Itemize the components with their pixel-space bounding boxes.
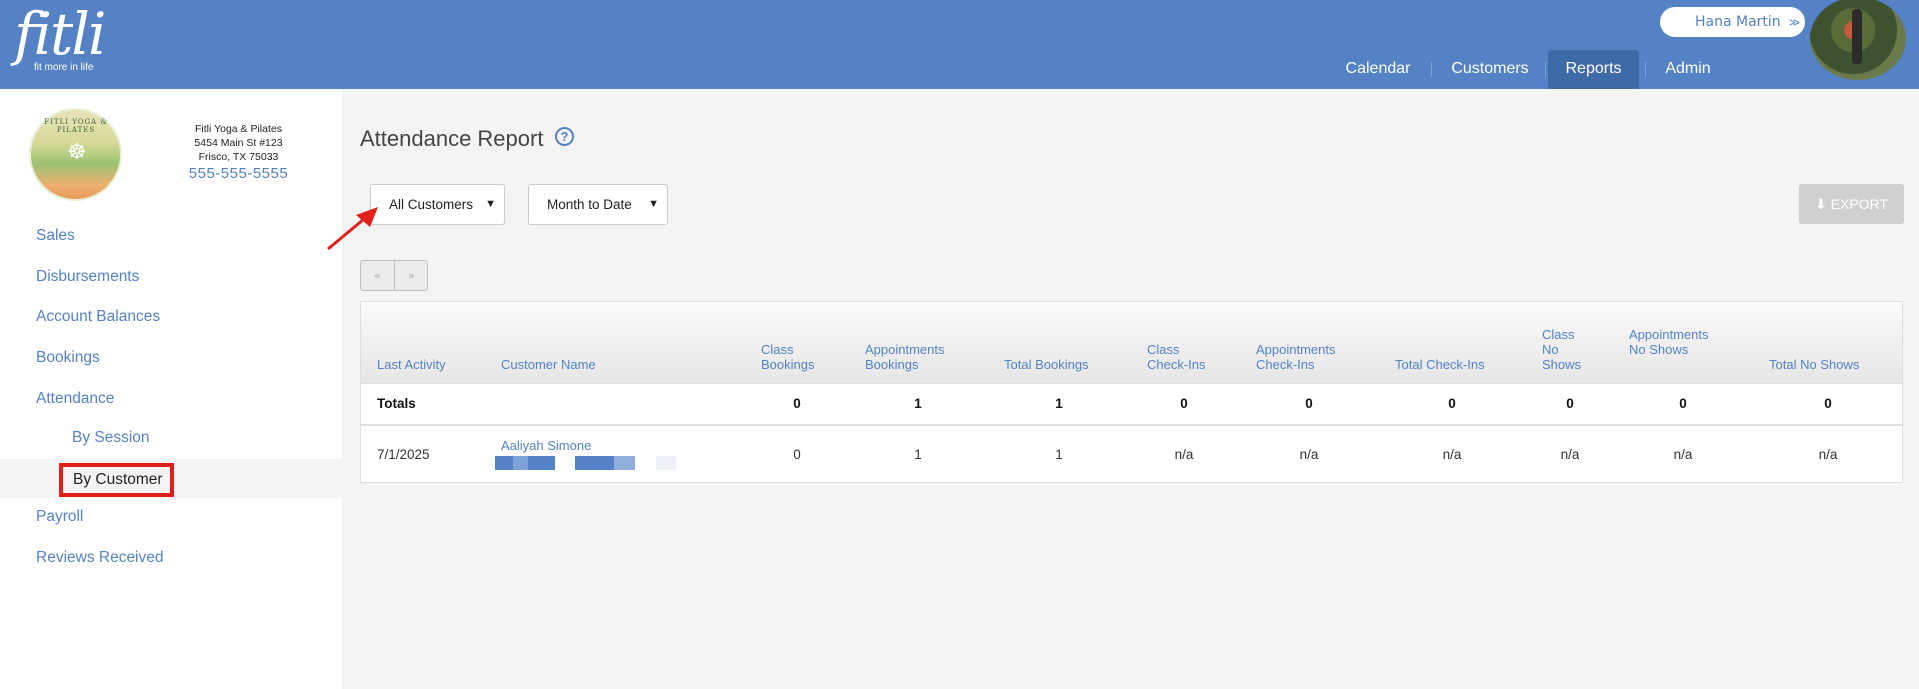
logo-wordmark: fitli (14, 0, 106, 68)
table-header: Last Activity Customer Name Class Bookin… (361, 302, 1902, 384)
nav-customers[interactable]: Customers (1439, 50, 1541, 89)
pager-next-button[interactable]: » (395, 261, 428, 290)
sidebar-item-by-session[interactable]: By Session (72, 429, 150, 447)
row-cell: n/a (1818, 447, 1838, 462)
totals-label: Totals (377, 396, 416, 411)
sidebar: FITLI YOGA & PILATES ☸ Fitli Yoga & Pila… (0, 89, 342, 689)
redacted-info (575, 456, 635, 470)
redacted-info (656, 456, 676, 470)
customers-filter-value: All Customers (389, 197, 474, 212)
col-customer-name[interactable]: Customer Name (501, 357, 596, 372)
row-cell: n/a (1299, 447, 1319, 462)
page-title: Attendance Report (360, 126, 544, 151)
nav-separator (1545, 62, 1546, 77)
period-filter-select[interactable]: Month to Date ▼ (528, 184, 668, 225)
row-cell: 1 (1055, 447, 1063, 462)
col-last-activity[interactable]: Last Activity (377, 357, 446, 372)
nav-reports[interactable]: Reports (1548, 50, 1639, 89)
chevron-down-icon: ▼ (648, 198, 659, 210)
meditation-icon: ☸ (67, 140, 87, 165)
col-appointments-check-ins[interactable]: Appointments Check-Ins (1256, 342, 1356, 372)
fitli-logo[interactable]: fitli fit more in life (14, 0, 106, 73)
studio-logo: FITLI YOGA & PILATES ☸ (29, 108, 122, 201)
row-cell: n/a (1673, 447, 1693, 462)
sidebar-item-reviews-received[interactable]: Reviews Received (36, 549, 164, 567)
totals-cell: 1 (914, 396, 922, 411)
row-cell: n/a (1174, 447, 1194, 462)
sidebar-item-payroll[interactable]: Payroll (36, 508, 83, 526)
user-name: Hana Martin (1695, 14, 1781, 30)
studio-phone[interactable]: 555-555-5555 (176, 165, 301, 182)
col-appointments-no-shows[interactable]: Appointments No Shows (1629, 327, 1724, 357)
totals-cell: 0 (1305, 396, 1313, 411)
row-cell: 0 (793, 447, 801, 462)
studio-address-line2: Frisco, TX 75033 (198, 151, 279, 163)
totals-cell: 0 (1448, 396, 1456, 411)
col-class-check-ins[interactable]: Class Check-Ins (1147, 342, 1217, 372)
studio-logo-text: FITLI YOGA & PILATES (44, 118, 108, 134)
nav-calendar[interactable]: Calendar (1330, 50, 1426, 89)
annotation-arrow-icon (327, 207, 378, 251)
sidebar-item-disbursements[interactable]: Disbursements (36, 268, 139, 286)
totals-cell: 0 (1566, 396, 1574, 411)
attendance-table: Last Activity Customer Name Class Bookin… (360, 301, 1903, 483)
user-avatar[interactable] (1810, 0, 1906, 80)
studio-address-line1: 5454 Main St #123 (194, 137, 283, 149)
chevron-down-icon: ▼ (485, 198, 496, 210)
row-cell: n/a (1560, 447, 1580, 462)
export-label: EXPORT (1830, 196, 1888, 212)
sidebar-item-attendance[interactable]: Attendance (36, 390, 114, 408)
customers-filter-select[interactable]: All Customers ▼ (370, 184, 505, 225)
logo-tagline: fit more in life (34, 62, 94, 73)
row-cell: n/a (1442, 447, 1462, 462)
nav-separator (1645, 62, 1646, 77)
pager: « » (360, 260, 428, 291)
nav-separator (1431, 62, 1432, 77)
redacted-info (495, 456, 555, 470)
double-chevron-down-icon: ≫ (1788, 16, 1801, 29)
totals-cell: 0 (1679, 396, 1687, 411)
col-appointments-bookings[interactable]: Appointments Bookings (865, 342, 965, 372)
last-activity-cell: 7/1/2025 (377, 447, 430, 462)
totals-row: Totals 0 1 1 0 0 0 0 0 0 (361, 384, 1902, 426)
totals-cell: 0 (1180, 396, 1188, 411)
pager-prev-button[interactable]: « (361, 261, 394, 290)
studio-info: Fitli Yoga & Pilates 5454 Main St #123 F… (176, 122, 301, 164)
period-filter-value: Month to Date (547, 197, 632, 212)
col-class-bookings[interactable]: Class Bookings (761, 342, 821, 372)
totals-cell: 0 (1824, 396, 1832, 411)
col-total-no-shows[interactable]: Total No Shows (1769, 357, 1859, 372)
sidebar-item-bookings[interactable]: Bookings (36, 349, 100, 367)
col-class-no-shows[interactable]: Class No Shows (1542, 327, 1587, 372)
download-icon: ⬇ (1815, 196, 1827, 212)
col-total-bookings[interactable]: Total Bookings (1004, 357, 1089, 372)
row-cell: 1 (914, 447, 922, 462)
customer-name-link[interactable]: Aaliyah Simone (501, 438, 591, 453)
nav-admin[interactable]: Admin (1650, 50, 1726, 89)
question-circle-icon[interactable]: ? (555, 127, 574, 146)
sidebar-item-account-balances[interactable]: Account Balances (36, 308, 160, 326)
totals-cell: 0 (793, 396, 801, 411)
sidebar-item-sales[interactable]: Sales (36, 227, 75, 245)
sidebar-item-by-customer[interactable]: By Customer (59, 463, 174, 497)
user-menu-button[interactable]: Hana Martin ≫ (1660, 7, 1805, 37)
totals-cell: 1 (1055, 396, 1063, 411)
studio-name: Fitli Yoga & Pilates (195, 123, 282, 135)
col-total-check-ins[interactable]: Total Check-Ins (1395, 357, 1485, 372)
export-button[interactable]: ⬇ EXPORT (1799, 184, 1904, 224)
